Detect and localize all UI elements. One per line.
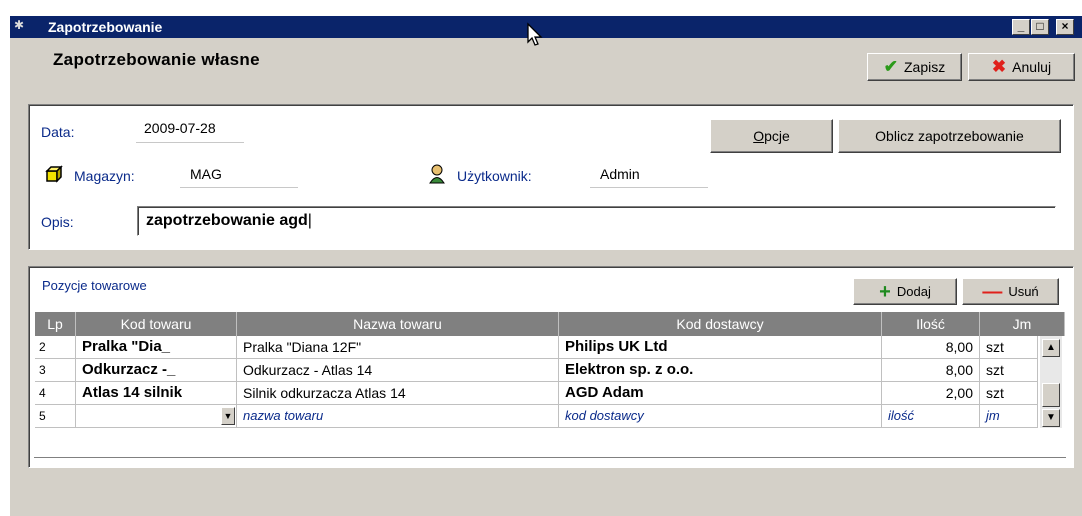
window-icon[interactable]: ✱ (14, 18, 28, 32)
warehouse-field[interactable]: MAG (190, 166, 222, 182)
dropdown-icon[interactable]: ▼ (221, 407, 235, 425)
scroll-down-icon[interactable]: ▼ (1042, 409, 1060, 427)
cancel-label: Anuluj (1012, 59, 1052, 75)
cell-qty[interactable]: 2,00 (882, 382, 980, 405)
user-underline (590, 187, 708, 188)
user-field[interactable]: Admin (600, 166, 640, 182)
column-header-unit[interactable]: Jm (980, 312, 1065, 336)
save-label: Zapisz (904, 59, 946, 75)
date-label: Data: (41, 124, 75, 140)
column-header-supplier[interactable]: Kod dostawcy (559, 312, 882, 336)
close-icon: × (1061, 19, 1069, 33)
cell-lp: 5 (35, 405, 76, 428)
cancel-button[interactable]: ✖ Anuluj (968, 53, 1075, 81)
warehouse-underline (180, 187, 298, 188)
cell-unit-placeholder[interactable]: jm (980, 405, 1038, 428)
cell-unit[interactable]: szt (980, 336, 1038, 359)
mouse-cursor-icon (526, 22, 546, 51)
box-icon (44, 164, 64, 187)
description-label: Opis: (41, 214, 74, 230)
cell-name-placeholder[interactable]: nazwa towaru (237, 405, 559, 428)
cell-qty[interactable]: 8,00 (882, 336, 980, 359)
minimize-icon: _ (1017, 19, 1025, 33)
calculate-demand-label: Oblicz zapotrzebowanie (875, 128, 1024, 144)
description-value: zapotrzebowanie agd (146, 212, 308, 229)
check-icon: ✔ (883, 57, 898, 76)
cell-qty-placeholder[interactable]: ilość (882, 405, 980, 428)
minus-icon: — (982, 280, 1003, 303)
cell-supplier-placeholder[interactable]: kod dostawcy (559, 405, 882, 428)
close-button[interactable]: × (1056, 19, 1074, 35)
remove-button[interactable]: — Usuń (962, 278, 1059, 305)
warehouse-label: Magazyn: (74, 168, 135, 184)
items-grid: Lp Kod towaru Nazwa towaru Kod dostawcy … (35, 312, 1065, 456)
options-label: Opcje (753, 128, 790, 144)
maximize-button[interactable]: □ (1031, 19, 1049, 35)
cell-lp: 2 (35, 336, 76, 359)
items-section-title: Pozycje towarowe (42, 278, 147, 293)
calculate-demand-button[interactable]: Oblicz zapotrzebowanie (838, 119, 1061, 153)
cell-unit[interactable]: szt (980, 359, 1038, 382)
add-button[interactable]: + Dodaj (853, 278, 957, 305)
date-underline (136, 142, 244, 143)
save-button[interactable]: ✔ Zapisz (867, 53, 962, 81)
cell-code[interactable]: Atlas 14 silnik (76, 382, 237, 405)
cell-name[interactable]: Pralka "Diana 12F" (237, 336, 559, 359)
cell-code[interactable]: Pralka "Dia_ (76, 336, 237, 359)
cell-code[interactable]: Odkurzacz -_ (76, 359, 237, 382)
app-window: ✱ Zapotrzebowanie _ □ × Zapotrzebowanie … (8, 14, 1082, 516)
cell-name[interactable]: Silnik odkurzacza Atlas 14 (237, 382, 559, 405)
cell-unit[interactable]: szt (980, 382, 1038, 405)
cell-supplier[interactable]: Elektron sp. z o.o. (559, 359, 882, 382)
column-header-name[interactable]: Nazwa towaru (237, 312, 559, 336)
cell-supplier[interactable]: Philips UK Ltd (559, 336, 882, 359)
scroll-thumb[interactable] (1042, 383, 1060, 407)
column-header-qty[interactable]: Ilość (882, 312, 980, 336)
code-dropdown[interactable] (76, 405, 237, 428)
remove-label: Usuń (1008, 284, 1039, 299)
cell-lp: 3 (35, 359, 76, 382)
user-label: Użytkownik: (457, 168, 532, 184)
scroll-up-icon[interactable]: ▲ (1042, 339, 1060, 357)
plus-icon: + (879, 280, 891, 303)
page-title: Zapotrzebowanie własne (53, 50, 260, 69)
options-button[interactable]: Opcje (710, 119, 833, 153)
cell-supplier[interactable]: AGD Adam (559, 382, 882, 405)
cell-lp: 4 (35, 382, 76, 405)
description-input[interactable]: zapotrzebowanie agd| (137, 206, 1056, 236)
add-label: Dodaj (896, 284, 931, 299)
cell-name[interactable]: Odkurzacz - Atlas 14 (237, 359, 559, 382)
cell-qty[interactable]: 8,00 (882, 359, 980, 382)
cross-icon: ✖ (991, 57, 1007, 76)
minimize-button[interactable]: _ (1012, 19, 1030, 35)
window-title: Zapotrzebowanie (48, 19, 163, 35)
column-header-code[interactable]: Kod towaru (76, 312, 237, 336)
grid-bottom-divider (34, 457, 1066, 460)
date-field[interactable]: 2009-07-28 (144, 120, 216, 136)
title-bar[interactable]: ✱ Zapotrzebowanie _ □ × (10, 16, 1082, 38)
user-icon (428, 164, 446, 187)
column-header-lp[interactable]: Lp (35, 312, 76, 336)
maximize-icon: □ (1036, 19, 1044, 33)
